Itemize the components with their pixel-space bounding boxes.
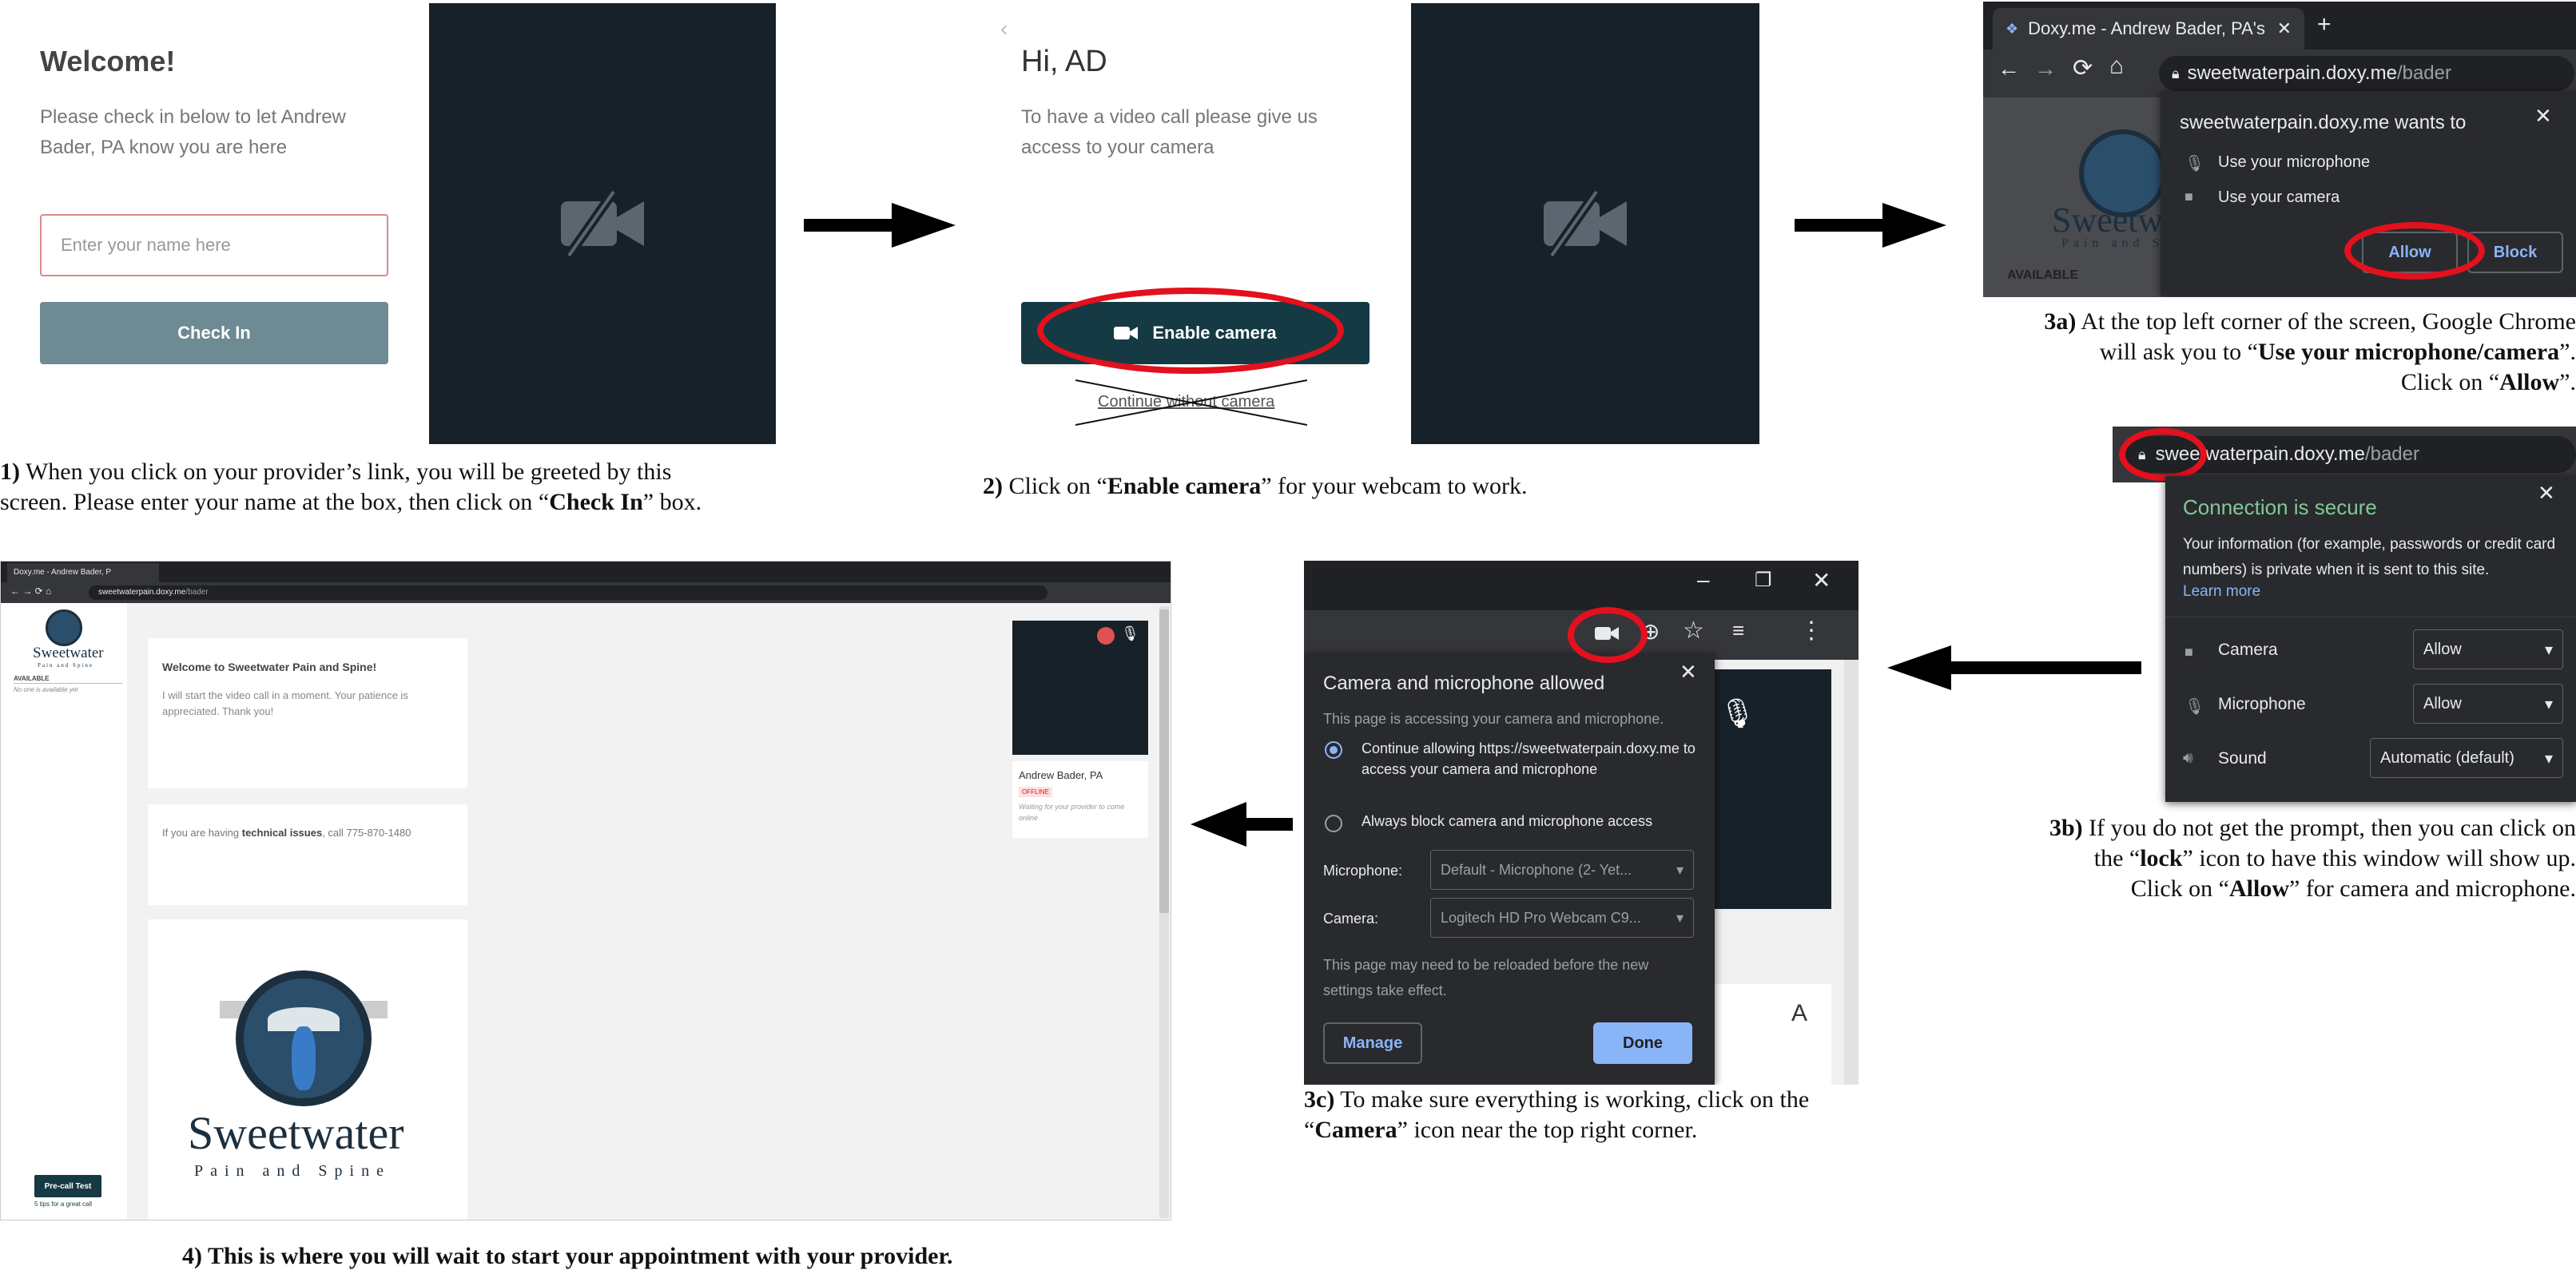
- close-icon[interactable]: ✕: [2538, 481, 2555, 506]
- back-chevron-icon[interactable]: ‹: [1000, 16, 1008, 42]
- camera-icon: ■: [2184, 644, 2193, 660]
- camera-off-icon: [561, 190, 644, 257]
- camera-off-icon[interactable]: [1097, 627, 1115, 645]
- step3a-caption: 3a) At the top left corner of the screen…: [2044, 308, 2576, 395]
- step1-caption: 1) When you click on your provider’s lin…: [0, 458, 702, 515]
- address-bar[interactable]: sweetwaterpain.doxy.me/bader: [89, 585, 1047, 600]
- close-window-icon[interactable]: ✕: [1812, 567, 1831, 593]
- learn-more-link[interactable]: Learn more: [2183, 583, 2260, 601]
- scrollbar[interactable]: [1159, 606, 1169, 1218]
- camera-off-icon: [1544, 190, 1627, 257]
- self-video-preview: 🎙︎: [1012, 621, 1148, 755]
- minimize-icon[interactable]: –: [1697, 567, 1710, 593]
- camera-mic-popup: Camera and microphone allowed ✕ This pag…: [1304, 653, 1715, 1085]
- step2-caption: 2) Click on “Enable camera” for your web…: [983, 473, 1528, 499]
- doxy-favicon-icon: ❖: [2006, 20, 2019, 37]
- highlight-ring: [2344, 222, 2485, 280]
- arrow-right-icon: [1795, 203, 1946, 248]
- reading-list-icon[interactable]: ≡: [1732, 618, 1744, 643]
- name-input[interactable]: Enter your name here: [40, 214, 388, 276]
- microphone-select[interactable]: Default - Microphone (2- Yet... ▾: [1430, 850, 1694, 890]
- continue-allowing-radio[interactable]: [1325, 741, 1342, 759]
- manage-button[interactable]: Manage: [1323, 1022, 1422, 1064]
- camera-select[interactable]: Logitech HD Pro Webcam C9... ▾: [1430, 898, 1694, 938]
- site-info-popup: Connection is secure ✕ Your information …: [2165, 476, 2576, 802]
- done-button[interactable]: Done: [1593, 1022, 1692, 1064]
- back-icon[interactable]: ←: [1998, 56, 2020, 81]
- chrome-window-3c: – ❐ ✕ ⊕ ☆ ≡ ⋮ 🎙︎ A Camera and microphone…: [1304, 561, 1858, 1085]
- forward-icon[interactable]: →: [2034, 56, 2057, 81]
- step4-caption: 4) This is where you will wait to start …: [182, 1243, 953, 1269]
- step3b-caption: 3b) If you do not get the prompt, then y…: [2049, 815, 2576, 902]
- always-block-radio[interactable]: [1325, 815, 1342, 832]
- address-bar[interactable]: 🔒︎ sweetwaterpain.doxy.me/bader: [2159, 56, 2574, 91]
- sweetwater-logo: [46, 609, 82, 646]
- welcome-heading: Welcome!: [40, 45, 176, 77]
- camera-permission-select[interactable]: Allow ▾: [2413, 629, 2563, 669]
- browser-tab[interactable]: ❖ Doxy.me - Andrew Bader, PA's W ✕: [1993, 8, 2304, 50]
- cross-out-mark: [1075, 379, 1307, 426]
- microphone-icon[interactable]: 🎙︎: [1121, 625, 1139, 642]
- close-icon[interactable]: ✕: [1680, 660, 1697, 685]
- provider-sidebar: Sweetwater Pain and Spine AVAILABLE No o…: [1, 603, 127, 1220]
- microphone-icon: 🎙︎: [2184, 155, 2205, 173]
- microphone-icon: 🎙︎: [2184, 698, 2205, 716]
- sweetwater-logo: [236, 970, 372, 1106]
- checkin-message: Please check in below to let Andrew Bade…: [40, 106, 346, 158]
- check-in-button[interactable]: Check In: [40, 302, 388, 364]
- step3c-caption: 3c) To make sure everything is working, …: [1304, 1086, 1810, 1143]
- close-icon[interactable]: ✕: [2534, 104, 2552, 129]
- camera-access-message: To have a video call please give us acce…: [1021, 106, 1318, 158]
- pre-call-test-button[interactable]: Pre-call Test: [34, 1175, 101, 1197]
- arrow-left-icon: [1191, 802, 1293, 847]
- nav-icons[interactable]: ← → ⟳ ⌂: [10, 585, 51, 597]
- offline-badge: OFFLINE: [1019, 787, 1052, 797]
- video-preview: [429, 3, 776, 444]
- highlight-ring: [1037, 288, 1344, 374]
- lock-icon[interactable]: 🔒︎: [2172, 65, 2180, 82]
- sound-permission-select[interactable]: Automatic (default) ▾: [2370, 738, 2563, 778]
- highlight-ring: [2119, 428, 2207, 481]
- camera-icon: ■: [2184, 189, 2193, 204]
- bookmark-star-icon[interactable]: ☆: [1683, 617, 1704, 645]
- welcome-card: Welcome to Sweetwater Pain and Spine! I …: [148, 638, 467, 788]
- provider-card: Andrew Bader, PA OFFLINE Waiting for you…: [1012, 761, 1148, 838]
- home-icon[interactable]: ⌂: [2109, 53, 2124, 80]
- tips-link[interactable]: 5 tips for a great call: [34, 1201, 92, 1208]
- browser-tab[interactable]: Doxy.me - Andrew Bader, P: [7, 563, 159, 582]
- arrow-right-icon: [804, 203, 956, 248]
- prompt-title: sweetwaterpain.doxy.me wants to: [2180, 112, 2467, 133]
- tech-issues-card: If you are having technical issues, call…: [148, 804, 467, 905]
- scrollbar[interactable]: [1844, 660, 1858, 1085]
- doxy-waiting-room-window: Doxy.me - Andrew Bader, P ← → ⟳ ⌂ sweetw…: [0, 561, 1171, 1220]
- close-tab-icon[interactable]: ✕: [2277, 18, 2292, 39]
- reload-icon[interactable]: ⟳: [2073, 54, 2093, 82]
- video-preview: [1411, 3, 1759, 444]
- logo-card: Sweetwater Pain and Spine: [148, 919, 467, 1220]
- arrow-left-icon: [1887, 645, 2141, 690]
- greeting-heading: Hi, AD: [1021, 45, 1107, 78]
- microphone-permission-select[interactable]: Allow ▾: [2413, 684, 2563, 724]
- new-tab-icon[interactable]: +: [2317, 11, 2332, 38]
- microphone-icon: 🎙︎: [1719, 697, 1756, 729]
- highlight-ring: [1568, 607, 1648, 663]
- secure-title: Connection is secure: [2183, 495, 2377, 519]
- sound-icon: 🔊︎: [2183, 749, 2193, 767]
- restore-icon[interactable]: ❐: [1755, 569, 1772, 592]
- menu-icon[interactable]: ⋮: [1799, 617, 1823, 645]
- chrome-window-3a: ❖ Doxy.me - Andrew Bader, PA's W ✕ + ← →…: [1983, 2, 2576, 297]
